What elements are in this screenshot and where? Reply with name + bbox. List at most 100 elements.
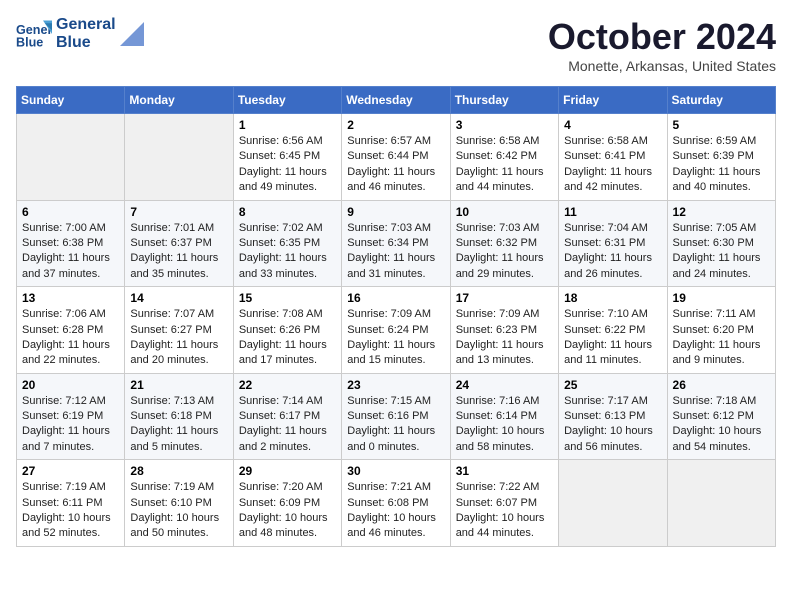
day-info: Sunrise: 7:04 AMSunset: 6:31 PMDaylight:… xyxy=(564,221,661,283)
day-info: Sunrise: 7:12 AMSunset: 6:19 PMDaylight:… xyxy=(22,394,119,456)
calendar-cell: 15Sunrise: 7:08 AMSunset: 6:26 PMDayligh… xyxy=(233,287,341,374)
page-header: General Blue General Blue October 2024 M… xyxy=(16,16,776,74)
calendar-cell: 5 Sunrise: 6:59 AMSunset: 6:39 PMDaylight… xyxy=(667,114,775,201)
day-number: 11 xyxy=(564,205,661,219)
day-number: 15 xyxy=(239,291,336,305)
day-number: 19 xyxy=(673,291,770,305)
calendar-cell: 11 Sunrise: 7:04 AMSunset: 6:31 PMDayligh… xyxy=(559,200,667,287)
day-info: Sunrise: 6:58 AMSunset: 6:42 PMDaylight:… xyxy=(456,134,553,196)
calendar-cell: 22 Sunrise: 7:14 AMSunset: 6:17 PMDayligh… xyxy=(233,373,341,460)
day-number: 10 xyxy=(456,205,553,219)
day-info: Sunrise: 7:16 AMSunset: 6:14 PMDaylight:… xyxy=(456,394,553,456)
calendar-cell: 30 Sunrise: 7:21 AMSunset: 6:08 PMDayligh… xyxy=(342,460,450,547)
calendar-cell: 8 Sunrise: 7:02 AMSunset: 6:35 PMDaylight… xyxy=(233,200,341,287)
day-header-thursday: Thursday xyxy=(450,87,558,114)
calendar-cell: 13Sunrise: 7:06 AMSunset: 6:28 PMDayligh… xyxy=(17,287,125,374)
day-headers-row: SundayMondayTuesdayWednesdayThursdayFrid… xyxy=(17,87,776,114)
day-number: 21 xyxy=(130,378,227,392)
calendar-cell: 12Sunrise: 7:05 AMSunset: 6:30 PMDayligh… xyxy=(667,200,775,287)
day-info: Sunrise: 6:56 AMSunset: 6:45 PMDaylight:… xyxy=(239,134,336,196)
week-row-4: 20 Sunrise: 7:12 AMSunset: 6:19 PMDayligh… xyxy=(17,373,776,460)
calendar-cell: 2Sunrise: 6:57 AMSunset: 6:44 PMDaylight… xyxy=(342,114,450,201)
day-info: Sunrise: 7:09 AMSunset: 6:24 PMDaylight:… xyxy=(347,307,444,369)
calendar-cell: 4 Sunrise: 6:58 AMSunset: 6:41 PMDaylight… xyxy=(559,114,667,201)
calendar-cell: 24Sunrise: 7:16 AMSunset: 6:14 PMDayligh… xyxy=(450,373,558,460)
day-info: Sunrise: 7:14 AMSunset: 6:17 PMDaylight:… xyxy=(239,394,336,456)
day-number: 17 xyxy=(456,291,553,305)
calendar-cell: 29 Sunrise: 7:20 AMSunset: 6:09 PMDayligh… xyxy=(233,460,341,547)
day-number: 18 xyxy=(564,291,661,305)
day-header-saturday: Saturday xyxy=(667,87,775,114)
day-info: Sunrise: 7:09 AMSunset: 6:23 PMDaylight:… xyxy=(456,307,553,369)
day-header-sunday: Sunday xyxy=(17,87,125,114)
day-info: Sunrise: 7:19 AMSunset: 6:10 PMDaylight:… xyxy=(130,480,227,542)
day-header-tuesday: Tuesday xyxy=(233,87,341,114)
calendar-cell: 28 Sunrise: 7:19 AMSunset: 6:10 PMDayligh… xyxy=(125,460,233,547)
day-info: Sunrise: 6:59 AMSunset: 6:39 PMDaylight:… xyxy=(673,134,770,196)
day-info: Sunrise: 7:02 AMSunset: 6:35 PMDaylight:… xyxy=(239,221,336,283)
logo-triangle-icon xyxy=(120,22,144,46)
day-number: 27 xyxy=(22,464,119,478)
calendar-cell xyxy=(17,114,125,201)
day-info: Sunrise: 7:21 AMSunset: 6:08 PMDaylight:… xyxy=(347,480,444,542)
logo-line1: General xyxy=(56,16,116,34)
day-number: 9 xyxy=(347,205,444,219)
calendar-cell: 9Sunrise: 7:03 AMSunset: 6:34 PMDaylight… xyxy=(342,200,450,287)
calendar-cell: 6 Sunrise: 7:00 AMSunset: 6:38 PMDaylight… xyxy=(17,200,125,287)
month-title: October 2024 xyxy=(548,16,776,58)
calendar-cell xyxy=(667,460,775,547)
day-info: Sunrise: 7:01 AMSunset: 6:37 PMDaylight:… xyxy=(130,221,227,283)
day-info: Sunrise: 7:10 AMSunset: 6:22 PMDaylight:… xyxy=(564,307,661,369)
calendar-cell: 27 Sunrise: 7:19 AMSunset: 6:11 PMDayligh… xyxy=(17,460,125,547)
calendar-cell: 3 Sunrise: 6:58 AMSunset: 6:42 PMDaylight… xyxy=(450,114,558,201)
day-info: Sunrise: 7:17 AMSunset: 6:13 PMDaylight:… xyxy=(564,394,661,456)
day-info: Sunrise: 7:07 AMSunset: 6:27 PMDaylight:… xyxy=(130,307,227,369)
calendar-cell: 31Sunrise: 7:22 AMSunset: 6:07 PMDayligh… xyxy=(450,460,558,547)
day-info: Sunrise: 7:15 AMSunset: 6:16 PMDaylight:… xyxy=(347,394,444,456)
day-info: Sunrise: 6:58 AMSunset: 6:41 PMDaylight:… xyxy=(564,134,661,196)
day-number: 1 xyxy=(239,118,336,132)
calendar-cell: 20 Sunrise: 7:12 AMSunset: 6:19 PMDayligh… xyxy=(17,373,125,460)
day-info: Sunrise: 7:00 AMSunset: 6:38 PMDaylight:… xyxy=(22,221,119,283)
calendar-cell: 7 Sunrise: 7:01 AMSunset: 6:37 PMDaylight… xyxy=(125,200,233,287)
svg-text:Blue: Blue xyxy=(16,36,43,50)
day-number: 20 xyxy=(22,378,119,392)
day-info: Sunrise: 7:19 AMSunset: 6:11 PMDaylight:… xyxy=(22,480,119,542)
calendar-cell: 17 Sunrise: 7:09 AMSunset: 6:23 PMDayligh… xyxy=(450,287,558,374)
day-info: Sunrise: 7:13 AMSunset: 6:18 PMDaylight:… xyxy=(130,394,227,456)
calendar-cell: 23 Sunrise: 7:15 AMSunset: 6:16 PMDayligh… xyxy=(342,373,450,460)
day-number: 3 xyxy=(456,118,553,132)
day-header-monday: Monday xyxy=(125,87,233,114)
week-row-5: 27 Sunrise: 7:19 AMSunset: 6:11 PMDayligh… xyxy=(17,460,776,547)
day-number: 7 xyxy=(130,205,227,219)
day-number: 12 xyxy=(673,205,770,219)
calendar-cell: 21 Sunrise: 7:13 AMSunset: 6:18 PMDayligh… xyxy=(125,373,233,460)
day-number: 16 xyxy=(347,291,444,305)
week-row-3: 13Sunrise: 7:06 AMSunset: 6:28 PMDayligh… xyxy=(17,287,776,374)
calendar-table: SundayMondayTuesdayWednesdayThursdayFrid… xyxy=(16,86,776,547)
week-row-2: 6 Sunrise: 7:00 AMSunset: 6:38 PMDaylight… xyxy=(17,200,776,287)
day-number: 28 xyxy=(130,464,227,478)
calendar-cell: 10 Sunrise: 7:03 AMSunset: 6:32 PMDayligh… xyxy=(450,200,558,287)
day-number: 30 xyxy=(347,464,444,478)
logo: General Blue General Blue xyxy=(16,16,144,52)
day-header-wednesday: Wednesday xyxy=(342,87,450,114)
day-number: 5 xyxy=(673,118,770,132)
day-number: 25 xyxy=(564,378,661,392)
day-number: 13 xyxy=(22,291,119,305)
day-number: 4 xyxy=(564,118,661,132)
calendar-cell xyxy=(559,460,667,547)
day-number: 31 xyxy=(456,464,553,478)
day-number: 29 xyxy=(239,464,336,478)
day-info: Sunrise: 7:03 AMSunset: 6:32 PMDaylight:… xyxy=(456,221,553,283)
week-row-1: 1 Sunrise: 6:56 AMSunset: 6:45 PMDaylight… xyxy=(17,114,776,201)
logo-icon: General Blue xyxy=(16,16,52,52)
day-info: Sunrise: 7:20 AMSunset: 6:09 PMDaylight:… xyxy=(239,480,336,542)
day-number: 22 xyxy=(239,378,336,392)
day-number: 23 xyxy=(347,378,444,392)
day-number: 6 xyxy=(22,205,119,219)
day-number: 8 xyxy=(239,205,336,219)
calendar-cell: 18 Sunrise: 7:10 AMSunset: 6:22 PMDayligh… xyxy=(559,287,667,374)
calendar-cell: 25 Sunrise: 7:17 AMSunset: 6:13 PMDayligh… xyxy=(559,373,667,460)
calendar-cell xyxy=(125,114,233,201)
